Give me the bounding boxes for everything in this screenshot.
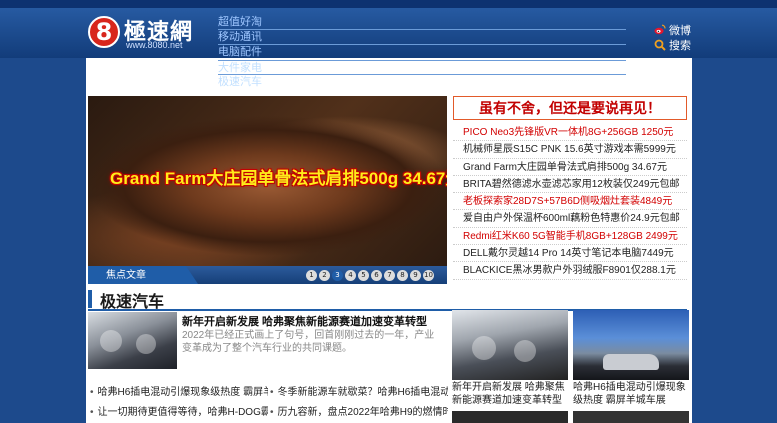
feature-description: 2022年已经正式画上了句号，回首刚刚过去的一年，产业变革成为了整个汽车行业的共… [182, 330, 435, 354]
thumbnail-photo[interactable] [452, 411, 568, 423]
focus-slider[interactable]: Grand Farm大庄园单骨法式肩排500g 34.67元 焦点文章 1234… [88, 96, 447, 284]
slider-dot[interactable]: 5 [358, 270, 369, 281]
logo-site-url: www.8080.net [126, 40, 183, 50]
nav-link-appliances[interactable]: 大件家电 [218, 60, 626, 75]
deal-item[interactable]: BLACKICE黑冰男款户外羽绒服F8901仅288.1元 [453, 262, 687, 280]
car-city-photo[interactable] [573, 310, 689, 380]
search-label: 搜索 [669, 39, 691, 52]
nav-link-deals[interactable]: 超值好淘 [218, 15, 626, 30]
site-logo[interactable]: 8 極速網 www.8080.net [88, 14, 208, 52]
news-row: 哈弗H6插电混动引爆现象级热度 霸屏羊 冬季新能源车就歇菜？哈弗H6插电混动让 [88, 383, 448, 403]
deal-item[interactable]: BRITA碧然德滤水壶滤芯家用12枚装仅249元包邮 [453, 176, 687, 194]
slider-dot[interactable]: 8 [397, 270, 408, 281]
photo-caption[interactable]: 新年开启新发展 哈弗聚焦新能源赛道加速变革转型 [452, 381, 568, 407]
news-item[interactable]: 历九容新，盘点2022年哈弗H9的燃情时 [268, 403, 448, 423]
deal-item[interactable]: 爱自由户外保温杯600ml藕粉色特惠价24.9元包邮 [453, 210, 687, 228]
car-interior-photo[interactable] [452, 310, 568, 380]
search-icon [654, 39, 666, 51]
nav-link-mobile[interactable]: 移动通讯 [218, 30, 626, 45]
deal-item[interactable]: Grand Farm大庄园单骨法式肩排500g 34.67元 [453, 159, 687, 176]
top-strip [0, 0, 777, 8]
photo-caption[interactable]: 哈弗H6插电混动引爆现象级热度 霸屏羊城车展 [573, 381, 689, 407]
slider-dot[interactable]: 9 [410, 270, 421, 281]
slider-image [88, 96, 447, 284]
deal-item[interactable]: PICO Neo3先锋版VR一体机8G+256GB 1250元 [453, 124, 687, 142]
news-item[interactable]: 哈弗H6插电混动引爆现象级热度 霸屏羊 [88, 383, 268, 403]
slider-caption[interactable]: Grand Farm大庄园单骨法式肩排500g 34.67元 [110, 164, 447, 189]
nav-link-auto[interactable]: 极速汽车 [218, 75, 626, 90]
deals-list: PICO Neo3先锋版VR一体机8G+256GB 1250元 机械师星辰S15C… [453, 124, 687, 280]
slider-dot[interactable]: 6 [371, 270, 382, 281]
news-item[interactable]: 冬季新能源车就歇菜？哈弗H6插电混动让 [268, 383, 448, 403]
weibo-label: 微博 [669, 24, 691, 37]
nav-overflow: 大件家电 极速汽车 [218, 60, 628, 90]
main-nav: 超值好淘 移动通讯 电脑配件 [218, 15, 628, 60]
slider-dot[interactable]: 2 [319, 270, 330, 281]
slider-dot[interactable]: 1 [306, 270, 317, 281]
news-list: 哈弗H6插电混动引爆现象级热度 霸屏羊 冬季新能源车就歇菜？哈弗H6插电混动让 … [88, 383, 448, 423]
slider-dot[interactable]: 10 [423, 270, 434, 281]
news-item[interactable]: 让一切期待更值得等待，哈弗H-DOG霸 [88, 403, 268, 423]
deal-item[interactable]: Redmi红米K60 5G智能手机8GB+128GB 2499元 [453, 228, 687, 246]
section-marker [88, 290, 92, 308]
site-header: 8 極速網 www.8080.net 超值好淘 移动通讯 电脑配件 微博 搜索 [0, 0, 777, 60]
feature-title[interactable]: 新年开启新发展 哈弗聚焦新能源赛道加速变革转型 [182, 313, 427, 329]
deal-item[interactable]: DELL戴尔灵越14 Pro 14英寸笔记本电脑7449元 [453, 245, 687, 263]
search-link[interactable]: 搜索 [654, 37, 691, 52]
slider-dot[interactable]: 4 [345, 270, 356, 281]
slider-dot[interactable]: 7 [384, 270, 395, 281]
weibo-link[interactable]: 微博 [654, 22, 691, 37]
deal-item[interactable]: 老板探索家28D7S+57B6D侧吸烟灶套装4849元 [453, 193, 687, 211]
slider-dot[interactable]: 3 [332, 270, 343, 281]
deal-item[interactable]: 机械师星辰S15C PNK 15.6英寸游戏本需5999元 [453, 141, 687, 159]
section-header: 极速汽车 [88, 288, 687, 311]
slider-tab-label: 焦点文章 [106, 270, 146, 281]
slogan-banner: 虽有不舍，但还是要说再见！ [453, 96, 687, 120]
weibo-icon [654, 24, 666, 35]
news-row: 让一切期待更值得等待，哈弗H-DOG霸 历九容新，盘点2022年哈弗H9的燃情时 [88, 403, 448, 423]
thumbnail-photo[interactable] [573, 411, 689, 423]
slider-pagination: 1 2 3 4 5 6 7 8 9 10 [306, 270, 436, 281]
feature-photo[interactable] [88, 312, 177, 369]
header-tools: 微博 搜索 [654, 22, 691, 52]
logo-number-badge: 8 [88, 16, 120, 48]
